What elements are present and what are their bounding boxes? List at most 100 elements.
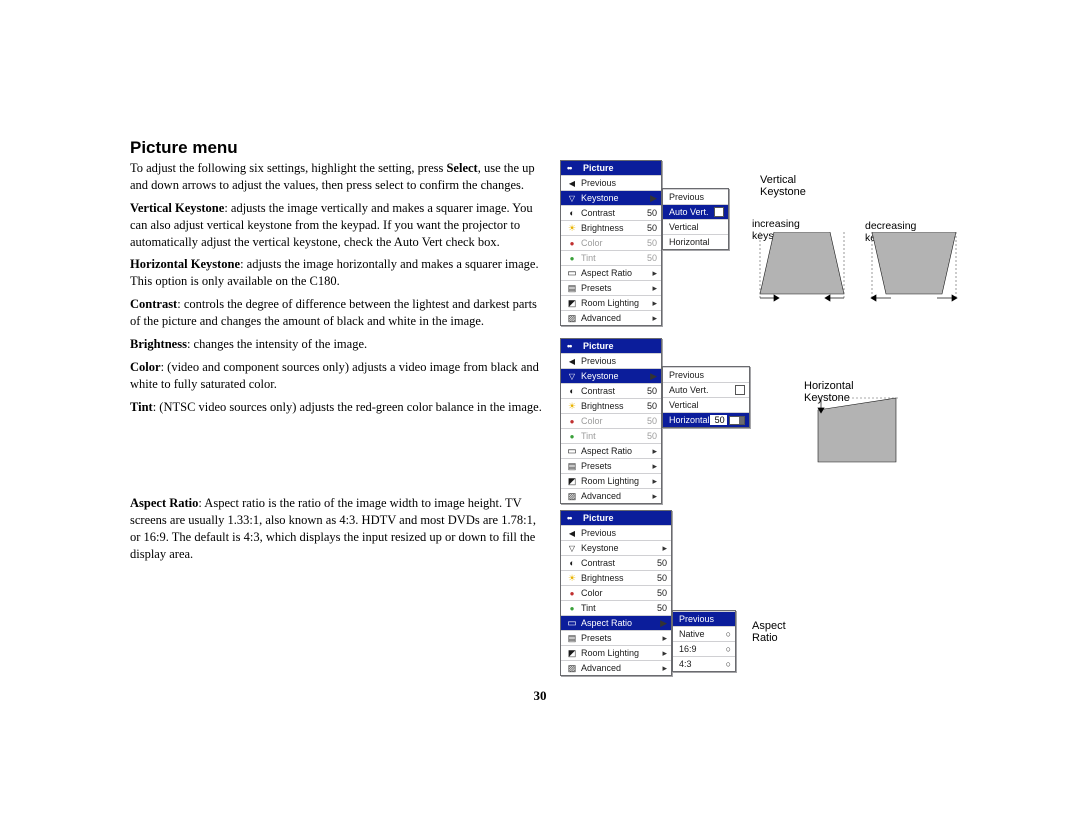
presets-icon: [565, 633, 579, 644]
label: Brightness: [130, 337, 187, 351]
label: Aspect Ratio: [130, 496, 198, 510]
checkbox-icon[interactable]: [735, 385, 745, 395]
picture-menu: Picture Previous Keystone▸ Contrast50 Br…: [560, 510, 672, 676]
select-bold: Select: [446, 161, 477, 175]
menu-item-contrast[interactable]: Contrast50: [561, 205, 661, 220]
menu-item-previous[interactable]: Previous: [561, 175, 661, 190]
brightness-paragraph: Brightness: changes the intensity of the…: [130, 336, 542, 353]
menu-item-room[interactable]: Room Lighting▸: [561, 295, 661, 310]
chevron-right-icon: ▸: [647, 298, 657, 309]
chevron-right-icon: ▸: [657, 633, 667, 644]
brightness-icon: [565, 573, 579, 584]
chevron-right-icon: ▶: [647, 371, 657, 382]
menu-item-tint[interactable]: Tint50: [561, 600, 671, 615]
submenu-16-9[interactable]: 16:9○: [673, 641, 735, 656]
chevron-right-icon: ▸: [647, 476, 657, 487]
submenu-previous[interactable]: Previous: [673, 611, 735, 626]
menu-title: Picture: [561, 161, 661, 175]
aspect-icon: [565, 446, 579, 457]
menu-title: Picture: [561, 339, 661, 353]
chevron-right-icon: ▸: [657, 663, 667, 674]
submenu-vertical[interactable]: Vertical: [663, 219, 728, 234]
label: Vertical Keystone: [130, 201, 224, 215]
menu-item-room[interactable]: Room Lighting▸: [561, 645, 671, 660]
left-arrow-icon: [565, 356, 579, 366]
color-icon: [565, 238, 579, 248]
chevron-right-icon: ▶: [647, 193, 657, 204]
aspect-submenu: Previous Native○ 16:9○ 4:3○: [672, 610, 736, 672]
tint-icon: [565, 431, 579, 441]
text: : (video and component sources only) adj…: [130, 360, 539, 391]
menu-item-presets[interactable]: Presets▸: [561, 630, 671, 645]
menu-item-brightness[interactable]: Brightness50: [561, 220, 661, 235]
chevron-right-icon: ▸: [647, 491, 657, 502]
menu-item-aspect[interactable]: Aspect Ratio▸: [561, 265, 661, 280]
keystone-icon: [565, 543, 579, 553]
menu-item-color[interactable]: Color50: [561, 585, 671, 600]
text: : (NTSC video sources only) adjusts the …: [153, 400, 542, 414]
submenu-previous[interactable]: Previous: [663, 367, 749, 382]
menu-item-advanced[interactable]: Advanced▸: [561, 660, 671, 675]
menu-item-aspect[interactable]: Aspect Ratio▶: [561, 615, 671, 630]
submenu-native[interactable]: Native○: [673, 626, 735, 641]
submenu-previous[interactable]: Previous: [663, 189, 728, 204]
menu-item-previous[interactable]: Previous: [561, 525, 671, 540]
menu-item-brightness[interactable]: Brightness50: [561, 398, 661, 413]
aspect-icon: [565, 618, 579, 629]
label: Contrast: [130, 297, 177, 311]
brightness-icon: [565, 223, 579, 234]
submenu-horizontal[interactable]: Horizontal50: [663, 412, 749, 427]
submenu-auto-vert[interactable]: Auto Vert.: [663, 204, 728, 219]
menu-item-aspect[interactable]: Aspect Ratio▸: [561, 443, 661, 458]
submenu-horizontal[interactable]: Horizontal: [663, 234, 728, 249]
vertical-keystone-label: Vertical Keystone: [760, 174, 806, 198]
aspect-icon: [565, 268, 579, 279]
label: Tint: [130, 400, 153, 414]
room-icon: [565, 298, 579, 309]
aspect-ratio-paragraph: Aspect Ratio: Aspect ratio is the ratio …: [130, 495, 542, 563]
text: : changes the intensity of the image.: [187, 337, 367, 351]
menu-item-brightness[interactable]: Brightness50: [561, 570, 671, 585]
chevron-right-icon: ▸: [647, 461, 657, 472]
menu-item-contrast[interactable]: Contrast50: [561, 555, 671, 570]
keystone-icon: [565, 193, 579, 203]
contrast-icon: [565, 208, 579, 218]
contrast-icon: [565, 558, 579, 568]
contrast-icon: [565, 386, 579, 396]
brightness-icon: [565, 401, 579, 412]
menu-item-advanced[interactable]: Advanced▸: [561, 488, 661, 503]
advanced-icon: [565, 313, 579, 324]
presets-icon: [565, 283, 579, 294]
slider-icon[interactable]: [729, 416, 745, 425]
left-arrow-icon: [565, 178, 579, 188]
keystone-submenu: Previous Auto Vert. Vertical Horizontal5…: [662, 366, 750, 428]
menu-item-keystone[interactable]: Keystone▶: [561, 368, 661, 383]
menu-item-previous[interactable]: Previous: [561, 353, 661, 368]
menu-item-presets[interactable]: Presets▸: [561, 280, 661, 295]
submenu-auto-vert[interactable]: Auto Vert.: [663, 382, 749, 397]
menu-item-tint: Tint50: [561, 428, 661, 443]
left-arrow-icon: [565, 528, 579, 538]
intro-paragraph: To adjust the following six settings, hi…: [130, 160, 542, 194]
picture-menu: Picture Previous Keystone▶ Contrast50 Br…: [560, 160, 662, 326]
room-icon: [565, 648, 579, 659]
color-icon: [565, 416, 579, 426]
menu-item-advanced[interactable]: Advanced▸: [561, 310, 661, 325]
menu-item-color: Color50: [561, 413, 661, 428]
increasing-keystone-diagram: [752, 232, 852, 302]
page-title: Picture menu: [130, 138, 238, 158]
submenu-4-3[interactable]: 4:3○: [673, 656, 735, 671]
menu-item-presets[interactable]: Presets▸: [561, 458, 661, 473]
checkbox-icon[interactable]: [714, 207, 724, 217]
text: : controls the degree of difference betw…: [130, 297, 537, 328]
menu-item-room[interactable]: Room Lighting▸: [561, 473, 661, 488]
menu-item-keystone[interactable]: Keystone▸: [561, 540, 671, 555]
submenu-vertical[interactable]: Vertical: [663, 397, 749, 412]
advanced-icon: [565, 663, 579, 674]
decreasing-keystone-diagram: [864, 232, 964, 302]
label: Color: [130, 360, 161, 374]
menu-title: Picture: [561, 511, 671, 525]
menu-item-contrast[interactable]: Contrast50: [561, 383, 661, 398]
menu-item-keystone[interactable]: Keystone▶: [561, 190, 661, 205]
horizontal-keystone-diagram: [816, 396, 906, 466]
